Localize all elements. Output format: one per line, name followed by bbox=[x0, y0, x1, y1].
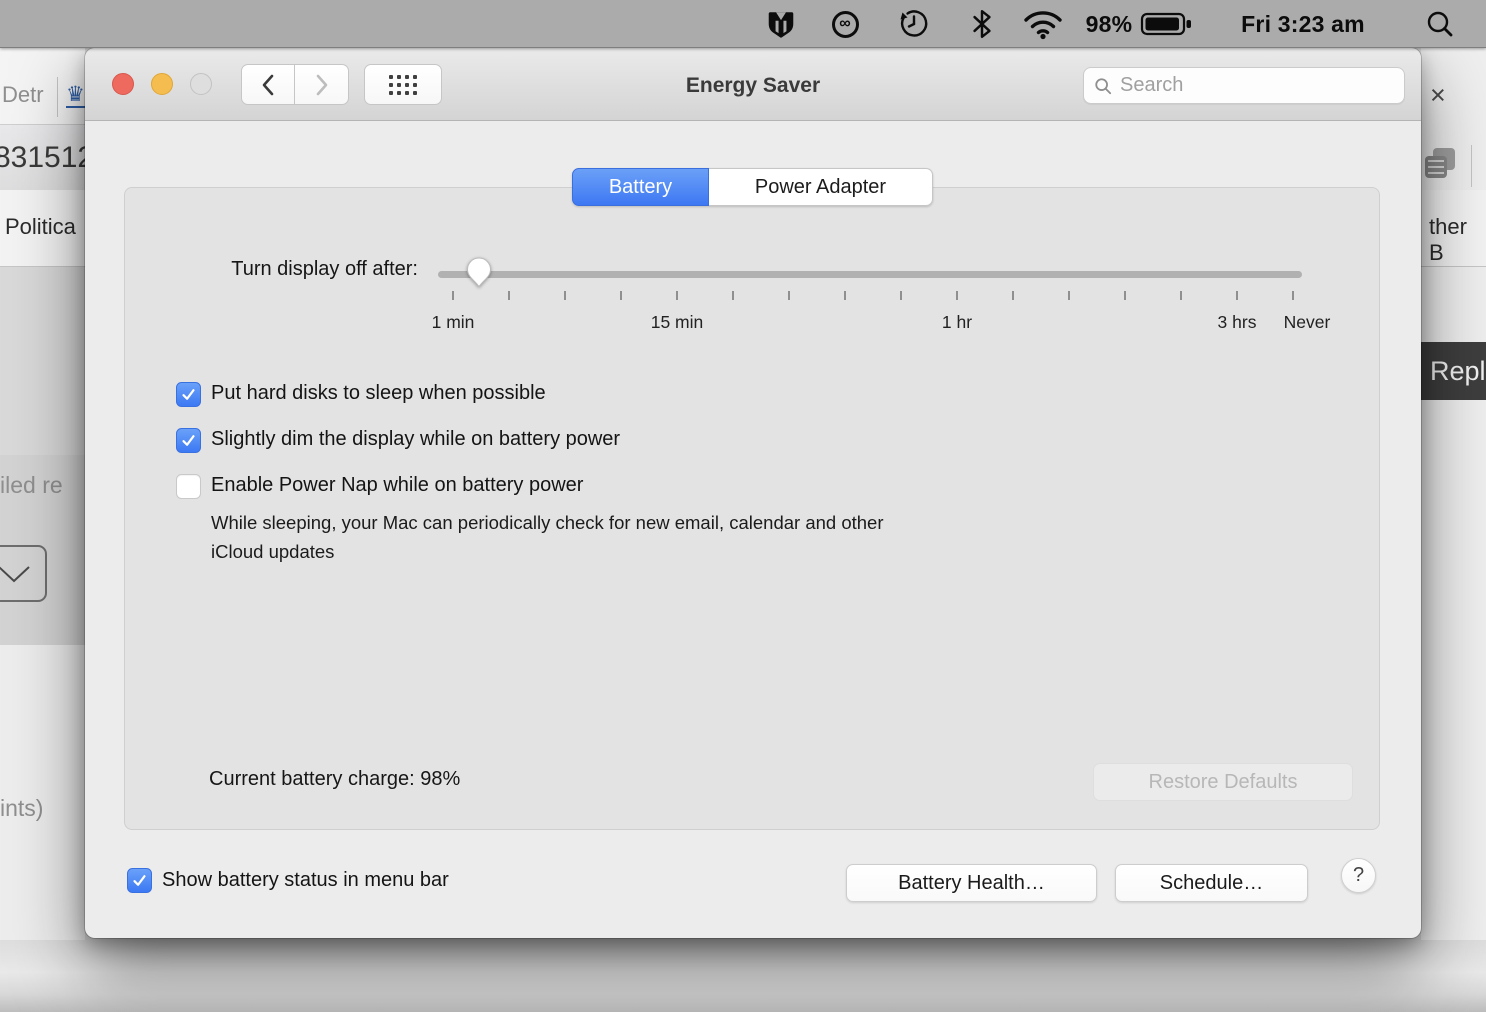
energy-saver-window: Energy Saver Battery Power Adapter Turn … bbox=[85, 48, 1421, 938]
checkbox-dim-display[interactable] bbox=[176, 428, 201, 453]
checkbox-show-battery-status-label: Show battery status in menu bar bbox=[162, 869, 449, 891]
background-politica-text: Politica bbox=[5, 214, 76, 239]
wifi-icon[interactable] bbox=[1018, 0, 1068, 48]
close-icon[interactable]: × bbox=[1430, 80, 1446, 111]
schedule-button[interactable]: Schedule… bbox=[1115, 864, 1308, 902]
background-detailed-text: iled re bbox=[0, 472, 63, 498]
background-right-area: × bbox=[1421, 48, 1486, 940]
menu-bar-clock[interactable]: Fri 3:23 am bbox=[1215, 0, 1391, 48]
tick-label-1hr: 1 hr bbox=[941, 312, 973, 332]
search-icon bbox=[1095, 77, 1112, 94]
menu-bar: ∞ 98% Fri 3:23 am bbox=[0, 0, 1486, 48]
copy-pages-icon[interactable] bbox=[1425, 148, 1457, 180]
checkbox-power-nap-label: Enable Power Nap while on battery power bbox=[211, 474, 584, 496]
background-bottom-strip: ng panics in graphics drivers, possibly … bbox=[0, 940, 1486, 1012]
background-left-lower: ints) bbox=[0, 645, 85, 940]
display-off-slider-thumb[interactable] bbox=[465, 256, 493, 288]
battery-settings-panel: Turn display off after: 1 min 15 min 1 h… bbox=[124, 187, 1380, 830]
background-dropdown-button[interactable] bbox=[0, 545, 47, 602]
tick-label-never: Never bbox=[1283, 312, 1331, 332]
time-machine-icon[interactable] bbox=[892, 0, 936, 48]
window-titlebar[interactable]: Energy Saver bbox=[85, 48, 1421, 121]
reply-button-label: Repl bbox=[1430, 355, 1486, 386]
background-other-text: ther B bbox=[1429, 214, 1467, 265]
display-off-slider-label: Turn display off after: bbox=[231, 258, 418, 280]
tab-battery[interactable]: Battery bbox=[572, 168, 709, 206]
restore-defaults-button: Restore Defaults bbox=[1093, 763, 1353, 801]
background-divider bbox=[1471, 145, 1472, 187]
adobe-creative-cloud-icon[interactable]: ∞ bbox=[824, 0, 866, 48]
battery-charge-text: Current battery charge: 98% bbox=[209, 768, 461, 790]
tab-bar: Battery Power Adapter bbox=[572, 168, 933, 206]
tick-label-15min: 15 min bbox=[650, 312, 704, 332]
background-politica-strip: Politica bbox=[0, 190, 85, 267]
chevron-down-icon bbox=[0, 565, 30, 582]
search-field[interactable] bbox=[1083, 67, 1405, 104]
tab-power-adapter[interactable]: Power Adapter bbox=[709, 168, 933, 206]
background-number-text: 831512 bbox=[0, 141, 95, 174]
battery-health-button[interactable]: Battery Health… bbox=[846, 864, 1097, 902]
crown-favicon-icon: ♛ bbox=[66, 83, 85, 108]
checkbox-dim-display-label: Slightly dim the display while on batter… bbox=[211, 428, 621, 450]
battery-percent-text: 98% bbox=[1085, 10, 1133, 37]
display-off-slider-track[interactable] bbox=[438, 271, 1302, 278]
background-tab-text: Detr bbox=[2, 82, 44, 107]
background-number-strip: 831512 bbox=[0, 125, 94, 190]
search-input[interactable] bbox=[1120, 74, 1394, 97]
power-nap-note: While sleeping, your Mac can periodicall… bbox=[211, 512, 884, 562]
checkbox-power-nap[interactable] bbox=[176, 474, 201, 499]
background-browser-toolbar: Detr ♛ bbox=[0, 48, 85, 125]
checkbox-hard-disks-sleep-label: Put hard disks to sleep when possible bbox=[211, 382, 546, 404]
tick-label-3hrs: 3 hrs bbox=[1217, 312, 1257, 332]
battery-icon[interactable] bbox=[1138, 0, 1196, 48]
background-right-strip: ther B bbox=[1421, 190, 1486, 267]
tick-label-1min: 1 min bbox=[431, 312, 475, 332]
bluetooth-icon[interactable] bbox=[964, 0, 1000, 48]
malwarebytes-icon[interactable] bbox=[760, 0, 802, 48]
reply-button[interactable]: Repl bbox=[1421, 342, 1486, 400]
toolbar-divider bbox=[57, 77, 58, 117]
checkbox-hard-disks-sleep[interactable] bbox=[176, 382, 201, 407]
spotlight-search-icon[interactable] bbox=[1416, 0, 1464, 48]
background-points-text: ints) bbox=[0, 795, 44, 821]
checkbox-show-battery-status[interactable] bbox=[127, 868, 152, 893]
help-button[interactable]: ? bbox=[1341, 858, 1376, 893]
